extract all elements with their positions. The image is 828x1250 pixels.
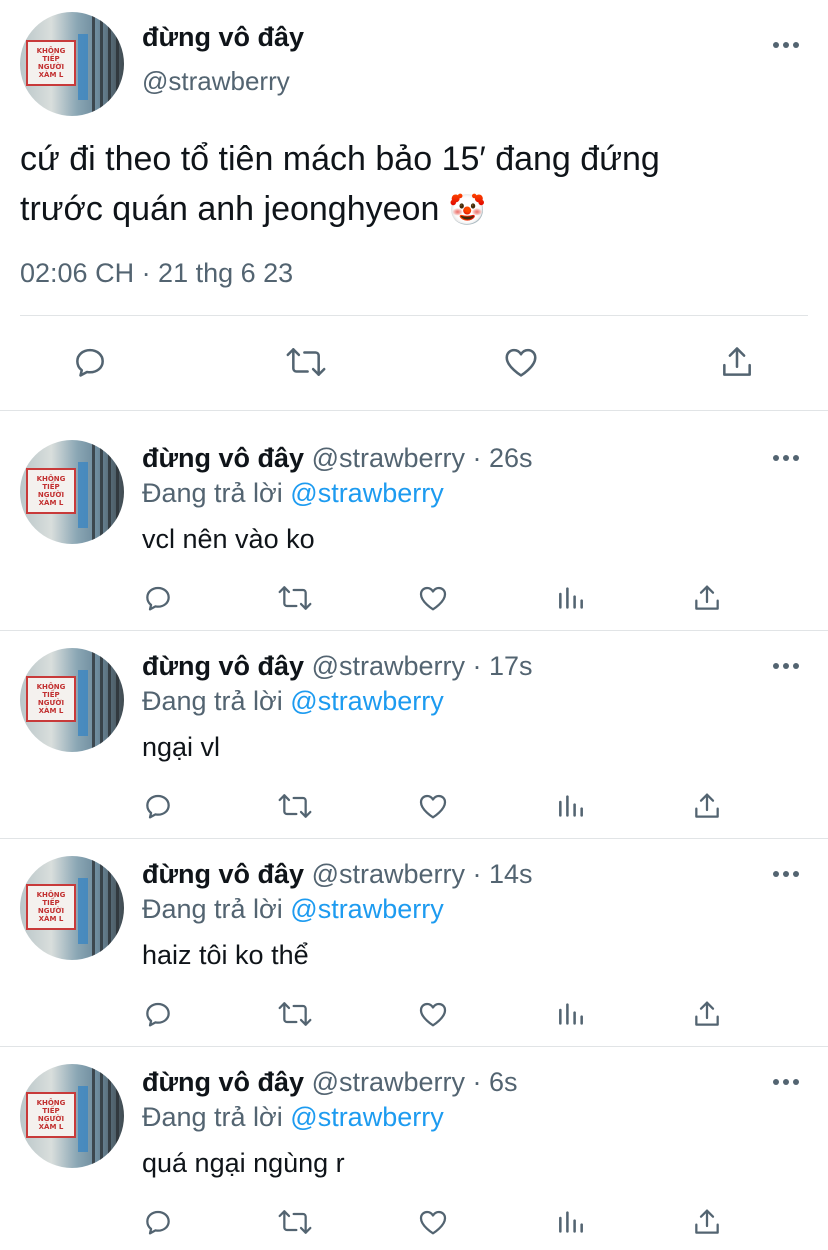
tweet-text-line-2: trước quán anh jeonghyeon: [20, 190, 440, 228]
avatar-sign-text: KHÔNG TIẾP: [36, 46, 66, 63]
divider: [0, 630, 828, 631]
avatar-sign-text: KHÔNG TIẾP: [36, 890, 66, 907]
reply-text: quá ngại ngùng r: [142, 1148, 345, 1178]
avatar[interactable]: KHÔNG TIẾP NGƯỜI XÀM L: [20, 648, 124, 752]
reply-header: đừng vô đây @strawberry · 6s: [142, 1067, 518, 1098]
replying-to-handle[interactable]: @strawberry: [290, 894, 443, 924]
reply-text: vcl nên vào ko: [142, 524, 315, 554]
more-icon[interactable]: [772, 451, 800, 465]
avatar-sign-text: KHÔNG TIẾP: [36, 1098, 66, 1115]
replying-to-label: Đang trả lời: [142, 478, 283, 508]
reply-icon[interactable]: [142, 1206, 174, 1238]
share-icon[interactable]: [691, 790, 723, 822]
replying-to-handle[interactable]: @strawberry: [290, 1102, 443, 1132]
reply-icon[interactable]: [142, 998, 174, 1030]
retweet-icon[interactable]: [284, 343, 328, 381]
reply-icon[interactable]: [142, 790, 174, 822]
analytics-icon[interactable]: [555, 582, 587, 614]
share-icon[interactable]: [691, 582, 723, 614]
more-icon[interactable]: [772, 38, 800, 52]
replying-to: Đang trả lời @strawberry: [142, 686, 444, 717]
reply-icon[interactable]: [142, 582, 174, 614]
avatar-sign-text: KHÔNG TIẾP: [36, 682, 66, 699]
analytics-icon[interactable]: [555, 998, 587, 1030]
retweet-icon[interactable]: [277, 582, 313, 614]
like-icon[interactable]: [501, 343, 541, 381]
avatar[interactable]: KHÔNG TIẾP NGƯỜI XÀM L: [20, 440, 124, 544]
retweet-icon[interactable]: [277, 790, 313, 822]
display-name[interactable]: đừng vô đây: [142, 1067, 304, 1097]
tweet-text-line: cứ đi theo tổ tiên mách bảo 15′ đang đứn…: [20, 140, 660, 178]
avatar-sign-text: NGƯỜI XÀM L: [37, 1115, 65, 1132]
share-icon[interactable]: [691, 998, 723, 1030]
reply-header: đừng vô đây @strawberry · 26s: [142, 443, 533, 474]
replying-to-label: Đang trả lời: [142, 894, 283, 924]
replying-to-label: Đang trả lời: [142, 686, 283, 716]
divider: [20, 315, 808, 316]
share-icon[interactable]: [718, 343, 756, 381]
divider: [0, 838, 828, 839]
handle-time[interactable]: @strawberry · 26s: [312, 443, 533, 473]
handle-time[interactable]: @strawberry · 6s: [312, 1067, 518, 1097]
avatar-sign-text: NGƯỜI XÀM L: [37, 907, 65, 924]
more-icon[interactable]: [772, 659, 800, 673]
avatar[interactable]: KHÔNG TIẾP NGƯỜI XÀM L: [20, 856, 124, 960]
handle-time[interactable]: @strawberry · 17s: [312, 651, 533, 681]
reply-header: đừng vô đây @strawberry · 17s: [142, 651, 533, 682]
reply-icon[interactable]: [71, 343, 109, 381]
retweet-icon[interactable]: [277, 998, 313, 1030]
replying-to: Đang trả lời @strawberry: [142, 894, 444, 925]
share-icon[interactable]: [691, 1206, 723, 1238]
like-icon[interactable]: [416, 790, 450, 822]
reply-text: ngại vl: [142, 732, 221, 762]
handle-time[interactable]: @strawberry · 14s: [312, 859, 533, 889]
replying-to: Đang trả lời @strawberry: [142, 478, 444, 509]
reply-header: đừng vô đây @strawberry · 14s: [142, 859, 533, 890]
avatar[interactable]: KHÔNG TIẾP NGƯỜI XÀM L: [20, 1064, 124, 1168]
tweet-timestamp[interactable]: 02:06 CH · 21 thg 6 23: [20, 258, 293, 289]
analytics-icon[interactable]: [555, 1206, 587, 1238]
user-handle[interactable]: @strawberry: [142, 66, 290, 97]
display-name[interactable]: đừng vô đây: [142, 22, 304, 53]
analytics-icon[interactable]: [555, 790, 587, 822]
reply-text: haiz tôi ko thể: [142, 940, 309, 970]
divider: [0, 410, 828, 411]
divider: [0, 1046, 828, 1047]
like-icon[interactable]: [416, 582, 450, 614]
display-name[interactable]: đừng vô đây: [142, 443, 304, 473]
replying-to-label: Đang trả lời: [142, 1102, 283, 1132]
clown-emoji: 🤡: [448, 193, 487, 228]
like-icon[interactable]: [416, 998, 450, 1030]
more-icon[interactable]: [772, 867, 800, 881]
more-icon[interactable]: [772, 1075, 800, 1089]
tweet-text: cứ đi theo tổ tiên mách bảo 15′ đang đứn…: [20, 134, 660, 236]
replying-to-handle[interactable]: @strawberry: [290, 478, 443, 508]
replying-to-handle[interactable]: @strawberry: [290, 686, 443, 716]
retweet-icon[interactable]: [277, 1206, 313, 1238]
avatar[interactable]: KHÔNG TIẾP NGƯỜI XÀM L: [20, 12, 124, 116]
avatar-sign-text: NGƯỜI XÀM L: [37, 63, 65, 80]
display-name[interactable]: đừng vô đây: [142, 651, 304, 681]
like-icon[interactable]: [416, 1206, 450, 1238]
avatar-sign-text: NGƯỜI XÀM L: [37, 699, 65, 716]
tweet-text-line: trước quán anh jeonghyeon 🤡: [20, 184, 660, 236]
replying-to: Đang trả lời @strawberry: [142, 1102, 444, 1133]
display-name[interactable]: đừng vô đây: [142, 859, 304, 889]
avatar-sign-text: NGƯỜI XÀM L: [37, 491, 65, 508]
avatar-sign-text: KHÔNG TIẾP: [36, 474, 66, 491]
